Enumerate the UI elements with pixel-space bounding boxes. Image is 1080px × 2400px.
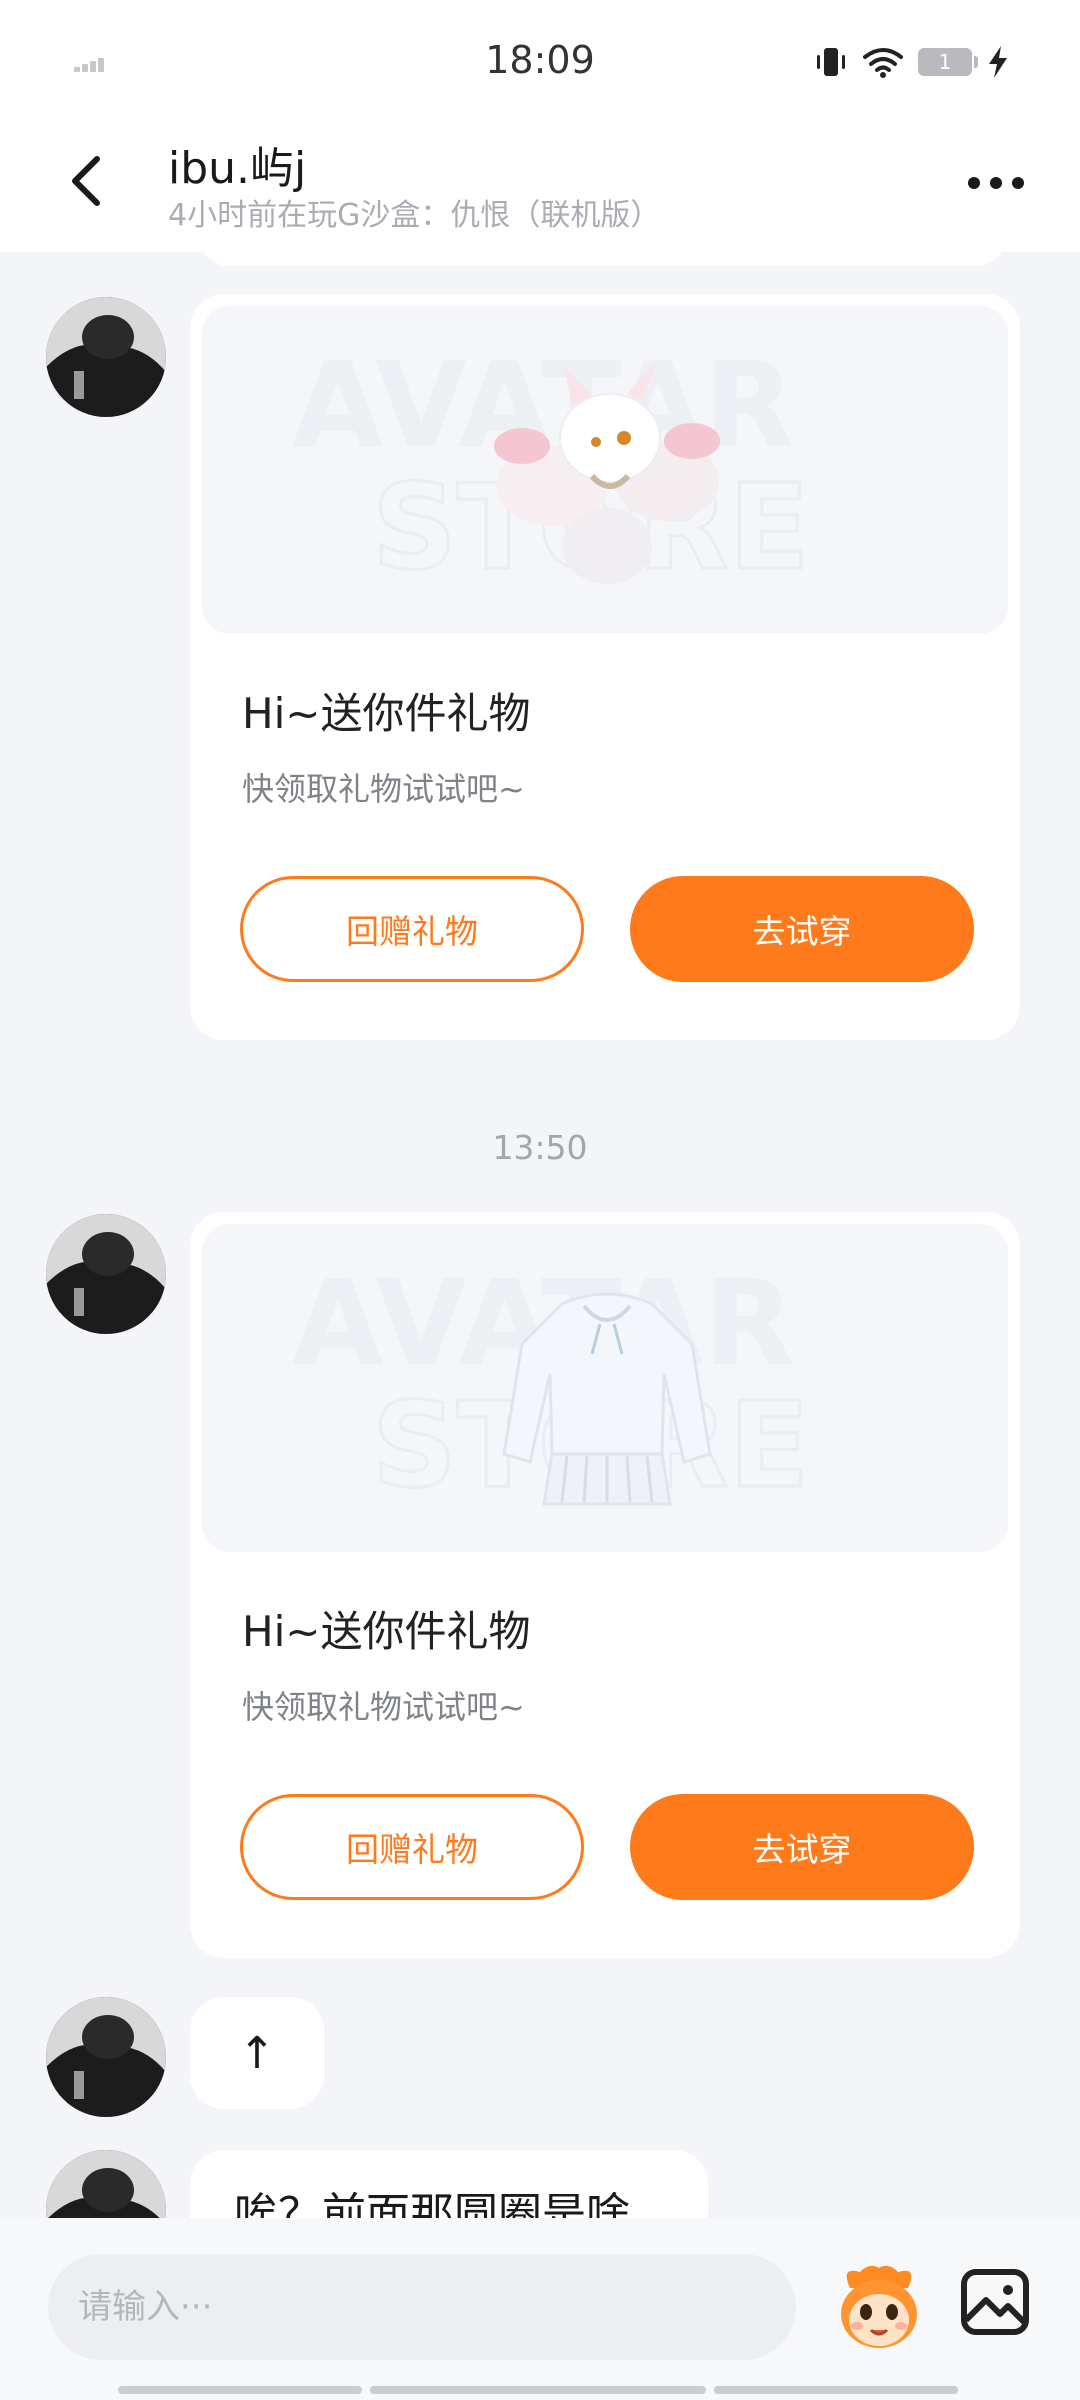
back-button[interactable] (52, 146, 122, 216)
mascot-emoji-icon[interactable] (830, 2258, 928, 2356)
avatar[interactable] (46, 1214, 166, 1334)
message-text: 唉？前面那圆圈是啥 (234, 2189, 630, 2218)
text-message-bubble[interactable]: 唉？前面那圆圈是啥 (190, 2150, 708, 2218)
chevron-left-icon (72, 156, 100, 206)
chat-screen: 18:09 1 ibu.屿j 4小时前在玩G沙盒：仇恨（联机版） AVATAR … (0, 0, 1080, 2400)
gift-message-card[interactable]: AVATAR STORE Hi~送你件礼物 快 (190, 294, 1020, 1040)
status-icons: 1 (814, 42, 1010, 82)
avatar-image (46, 2150, 166, 2218)
avatar-image (46, 1214, 166, 1334)
message-timestamp: 13:50 (492, 1128, 588, 1167)
more-dots-icon (968, 177, 980, 189)
chat-title: ibu.屿j (168, 143, 307, 194)
return-gift-button[interactable]: 回赠礼物 (240, 876, 584, 982)
charging-icon (989, 46, 1007, 78)
gesture-bar (118, 2386, 958, 2394)
text-message-bubble[interactable]: ↑ (190, 1997, 324, 2109)
more-button[interactable] (956, 158, 1036, 208)
battery-icon: 1 (918, 48, 978, 76)
hoodie-outfit-image (502, 1292, 712, 1506)
message-text: ↑ (238, 2027, 276, 2079)
gift-image[interactable]: AVATAR STORE (202, 1224, 1008, 1552)
previous-message-bubble (198, 252, 1008, 266)
vibrate-icon (817, 48, 845, 76)
return-gift-button[interactable]: 回赠礼物 (240, 1794, 584, 1900)
avatar-image (46, 297, 166, 417)
status-bar: 18:09 1 (0, 0, 1080, 118)
message-input[interactable] (48, 2254, 796, 2360)
gift-message-card[interactable]: AVATAR STORE Hi~送你件礼物 快领取礼物试试吧~ 回赠礼物 去试穿 (190, 1212, 1020, 1958)
chat-subtitle: 4小时前在玩G沙盒：仇恨（联机版） (168, 198, 661, 233)
avatar[interactable] (46, 297, 166, 417)
fox-accessory-image (494, 361, 720, 584)
gift-title: Hi~送你件礼物 (242, 1607, 531, 1656)
try-on-button[interactable]: 去试穿 (630, 1794, 974, 1900)
message-list[interactable]: AVATAR STORE Hi~送你件礼物 快 (0, 252, 1080, 2218)
try-on-button[interactable]: 去试穿 (630, 876, 974, 982)
image-picker-icon[interactable] (956, 2262, 1036, 2342)
chat-header: ibu.屿j 4小时前在玩G沙盒：仇恨（联机版） (0, 118, 1080, 252)
gift-title: Hi~送你件礼物 (242, 689, 531, 738)
avatar[interactable] (46, 2150, 166, 2218)
wifi-icon (863, 48, 903, 78)
avatar[interactable] (46, 1997, 166, 2117)
avatar-image (46, 1997, 166, 2117)
gift-image[interactable]: AVATAR STORE (202, 306, 1008, 634)
gift-description: 快领取礼物试试吧~ (242, 1688, 525, 1726)
input-bar (0, 2218, 1080, 2400)
gift-description: 快领取礼物试试吧~ (242, 770, 525, 808)
